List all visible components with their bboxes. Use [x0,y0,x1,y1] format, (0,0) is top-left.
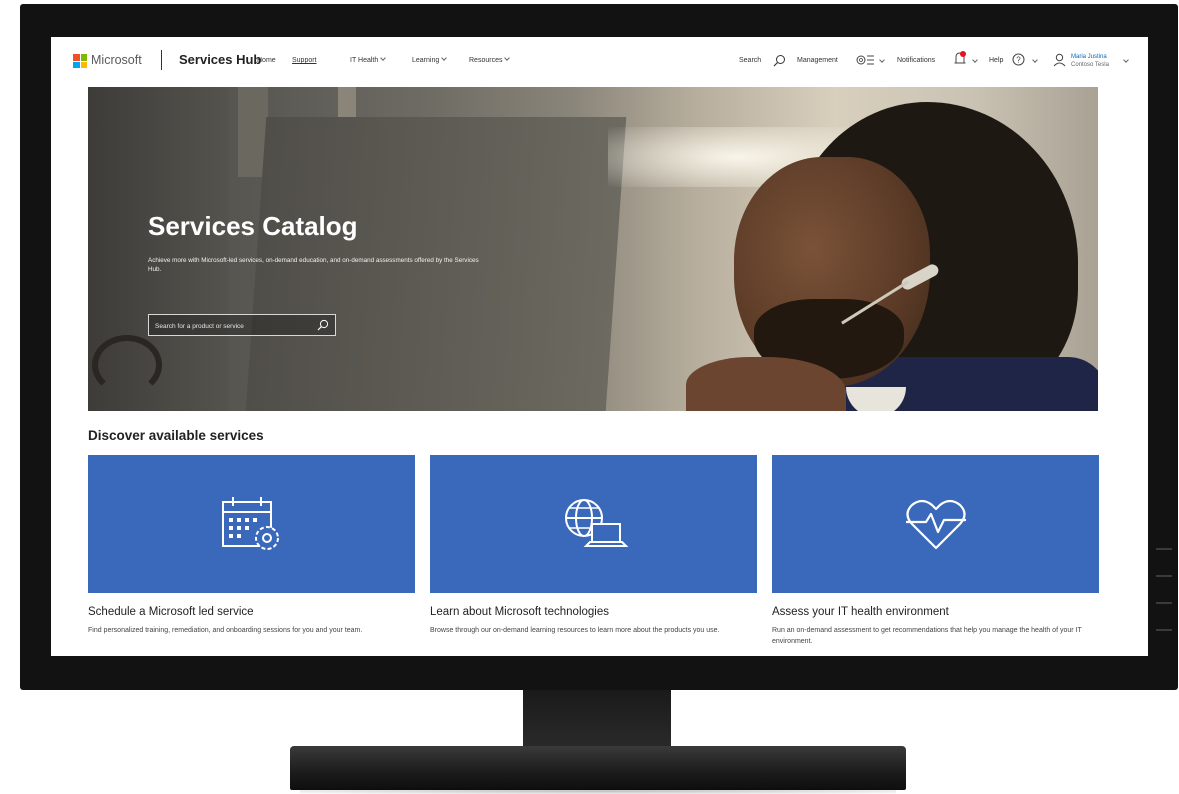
hero-subtitle: Achieve more with Microsoft-led services… [148,257,479,273]
search-icon[interactable] [317,319,329,331]
nav-resources-label: Resources [469,57,503,64]
management-link[interactable]: Management [797,57,838,64]
nav-support[interactable]: Support [292,57,317,64]
help-link[interactable]: Help [989,57,1003,64]
brand-name[interactable]: Microsoft [91,53,142,67]
card-schedule-service[interactable] [88,455,415,593]
catalog-search-input[interactable] [155,320,305,332]
svg-text:?: ? [1016,55,1021,64]
microsoft-logo-icon[interactable] [73,54,87,68]
hero-photo-person [846,387,906,411]
search-link[interactable]: Search [739,57,761,64]
top-navigation: Microsoft Services Hub Home Support IT H… [51,37,1148,85]
nav-it-health-label: IT Health [350,57,379,64]
card-description: Browse through our on-demand learning re… [430,627,720,634]
nav-learning[interactable]: Learning [412,55,448,64]
card-learn-technologies[interactable] [430,455,757,593]
catalog-search-box[interactable] [148,314,336,336]
chevron-down-icon[interactable] [1123,57,1129,63]
product-name[interactable]: Services Hub [179,52,261,67]
user-organization: Contoso Tesla [1071,62,1109,68]
monitor-stand-neck [523,690,671,748]
section-title: Discover available services [88,428,264,443]
card-title[interactable]: Schedule a Microsoft led service [88,606,254,618]
bell-icon[interactable] [953,50,967,67]
screen: Microsoft Services Hub Home Support IT H… [51,37,1148,656]
hero-title: Services Catalog [148,211,358,241]
monitor-button [1156,602,1172,604]
monitor-shadow [300,788,896,794]
monitor-button [1156,575,1172,577]
nav-home[interactable]: Home [257,57,276,64]
calendar-gear-icon [221,497,279,550]
nav-learning-label: Learning [412,57,440,64]
globe-laptop-icon [564,499,628,547]
hero-banner: Services Catalog Achieve more with Micro… [88,87,1098,411]
notifications-link[interactable]: Notifications [897,57,935,64]
card-assess-health[interactable] [772,455,1099,593]
help-icon[interactable]: ? [1012,53,1025,66]
card-description: Find personalized training, remediation,… [88,627,363,634]
heart-pulse-icon [905,499,966,550]
chevron-down-icon[interactable] [1032,57,1038,63]
user-name[interactable]: Maria Justina [1071,53,1107,61]
monitor-button [1156,629,1172,631]
chevron-down-icon[interactable] [972,57,978,63]
chevron-down-icon [504,55,511,61]
chevron-down-icon [380,55,387,61]
chevron-down-icon[interactable] [879,57,885,63]
nav-resources[interactable]: Resources [469,55,511,64]
nav-it-health[interactable]: IT Health [350,55,387,64]
brand-divider [161,50,162,70]
card-title[interactable]: Assess your IT health environment [772,606,949,618]
hero-photo-headphones [92,335,162,395]
settings-icon[interactable] [855,53,875,67]
user-icon[interactable] [1053,53,1066,67]
card-title[interactable]: Learn about Microsoft technologies [430,606,609,618]
search-icon[interactable] [773,54,786,67]
monitor-button [1156,548,1172,550]
monitor-stand-base [290,746,906,790]
chevron-down-icon [441,55,448,61]
card-description: Run an on-demand assessment to get recom… [772,627,1082,645]
